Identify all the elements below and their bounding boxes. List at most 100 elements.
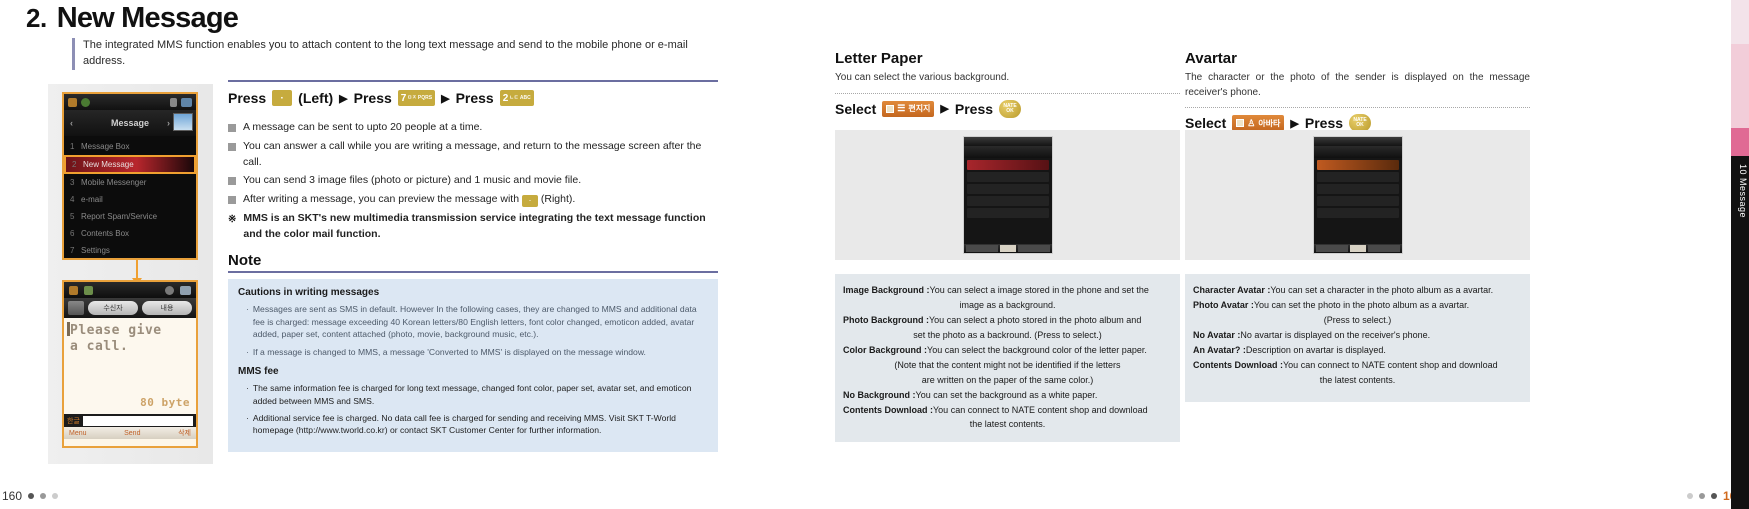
list-item: 6 Contents Box (64, 225, 196, 242)
desc-text: You can set a character in the photo alb… (1270, 285, 1494, 295)
page-number-left: 160 (2, 489, 59, 503)
list-item-selected: 2 New Message (64, 155, 196, 174)
desc-text: (Press to select.) (1323, 314, 1392, 325)
list-item: After writing a message, you can preview… (228, 192, 718, 208)
desc-row: Photo Avatar : You can set the photo in … (1193, 299, 1522, 313)
bullet-text: You can answer a call while you are writ… (243, 139, 702, 168)
desc-row-cont: the latest contents. (1193, 374, 1522, 388)
desc-text: You can select a photo stored in the pho… (929, 314, 1142, 325)
chip-box-icon (1236, 119, 1245, 127)
arrow-right-icon: ▶ (441, 92, 450, 105)
description-box-letter-paper: Image Background : You can select a imag… (835, 274, 1180, 442)
desc-row-cont: the latest contents. (843, 418, 1172, 432)
page-dot-3 (1710, 493, 1717, 499)
item-label: Contents Box (81, 229, 130, 238)
arrow-right-icon: ▶ (339, 92, 348, 105)
section-letter-paper: Letter Paper You can select the various … (835, 50, 1180, 118)
phone-input-bar: 한글 (64, 414, 196, 427)
phone-message-body: Please give a call. 80 byte (64, 318, 196, 414)
list-item: You can send 3 image files (photo or pic… (228, 173, 718, 189)
desc-text: (Note that the content might not be iden… (894, 359, 1121, 370)
item-label: Message Box (81, 142, 130, 151)
section-subtitle: You can select the various background. (835, 72, 1010, 83)
desc-row: Contents Download : You can connect to N… (843, 404, 1172, 418)
key-glyph: · (280, 92, 284, 104)
tab-segment-3 (1731, 128, 1749, 156)
page-dot-3 (52, 493, 59, 499)
softkey-left: Menu (69, 429, 87, 437)
desc-row: No Background : You can set the backgrou… (843, 389, 1172, 403)
desc-text: Description on avartar is displayed. (1245, 344, 1386, 355)
softkey-mid (999, 245, 1016, 252)
desc-label: Character Avatar : (1193, 285, 1271, 295)
message-line-2: a call. (70, 339, 129, 355)
desc-label: Photo Background : (843, 314, 929, 325)
intro-paragraph: The integrated MMS function enables you … (72, 38, 712, 70)
list-item (1316, 196, 1399, 206)
desc-row: Color Background : You can select the ba… (843, 344, 1172, 358)
note-subtitle-1: Cautions in writing messages (238, 287, 380, 299)
desc-label: Color Background : (843, 344, 928, 355)
select-label: Select (835, 100, 877, 117)
desc-label: No Background : (843, 389, 916, 400)
note-heading: Note (228, 252, 718, 274)
softkey-left (965, 245, 998, 252)
desc-text: You can connect to NATE content shop and… (933, 404, 1148, 415)
item-label: Mobile Messenger (81, 178, 147, 187)
right-page: Letter Paper You can select the various … (825, 0, 1749, 509)
desc-label: An Avatar? : (1193, 344, 1246, 355)
tab-content: 내용 (142, 301, 192, 315)
arrow-right-icon: ▶ (1290, 117, 1299, 130)
list-item: 7 Settings (64, 242, 196, 258)
softkey-mid (1349, 245, 1366, 252)
byte-counter: 80 byte (140, 396, 190, 410)
chip-label: 편지지 (908, 104, 931, 113)
list-item-note: ※ MMS is an SKT's new multimedia transmi… (228, 211, 718, 243)
speaker-icon (84, 285, 93, 295)
list-item (966, 184, 1049, 194)
phone-title-bar (1313, 146, 1402, 158)
key-dot-inline: · (521, 194, 538, 207)
page-title: New Message (56, 2, 239, 34)
item-label: e-mail (81, 195, 103, 204)
key-7: 7 ㅁㅈ PQRS (397, 90, 436, 106)
chip-box-icon (886, 104, 895, 113)
phone-status-bar (1313, 137, 1402, 146)
screenshot-panel-avartar (1185, 130, 1530, 260)
desc-row-cont: set the photo as a backround. (Press to … (843, 329, 1172, 343)
list-item (966, 208, 1049, 218)
bullet-text: After writing a message, you can preview… (243, 193, 520, 205)
desc-text: You can connect to NATE content shop and… (1283, 359, 1498, 370)
chapter-tab-label: 10 Message (1738, 164, 1748, 219)
desc-label: Image Background : (843, 285, 930, 295)
battery-icon (170, 97, 177, 107)
item-number: 7 (70, 246, 75, 255)
page-dot-1 (1686, 493, 1693, 499)
select-label: Select (1185, 115, 1227, 131)
section-subtitle: The character or the photo of the sender… (1185, 72, 1530, 98)
tab-recipient: 수신자 (88, 301, 138, 315)
chevron-right-icon: › (167, 118, 170, 128)
desc-text: set the photo as a backround. (Press to … (913, 329, 1102, 340)
phone-softkey-bar (963, 244, 1052, 253)
dotted-divider (1185, 107, 1530, 108)
chapter-heading: 2. New Message (26, 2, 239, 35)
menu-chip-letter-paper: ☰ 편지지 (882, 100, 935, 117)
paper-icon: ☰ (897, 103, 906, 113)
phone-screenshot-message-editor: 수신자 내용 Please give a call. 80 byte 한글 Me… (62, 280, 198, 448)
list-item: 4 e-mail (64, 191, 196, 208)
item-number: 3 (70, 178, 75, 187)
bullet-text: You can send 3 image files (photo or pic… (243, 174, 582, 187)
arrow-right-icon: ▶ (940, 103, 949, 115)
desc-label: Photo Avatar : (1193, 299, 1254, 310)
phone-editor-tabs: 수신자 내용 (64, 298, 196, 318)
square-bullet-icon (228, 124, 236, 132)
section-title: Avartar (1185, 50, 1237, 67)
instruction-panel: Press · (Left) ▶ Press 7 ㅁㅈ PQRS ▶ Press… (228, 80, 718, 452)
press-label-2: Press (353, 90, 392, 106)
desc-label: Contents Download : (843, 404, 933, 415)
press-label: Press (1304, 115, 1344, 131)
signal-icon (68, 97, 77, 107)
note-list-item: · Messages are sent as SMS in default. H… (238, 303, 708, 340)
desc-text: the latest contents. (1319, 374, 1396, 385)
